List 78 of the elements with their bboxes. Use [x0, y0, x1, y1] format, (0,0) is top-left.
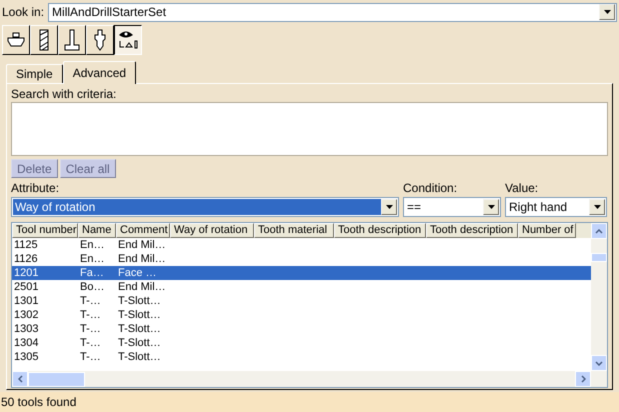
tab[interactable]: Simple [6, 64, 63, 83]
table-cell-text: En… [79, 238, 106, 252]
end-mill-icon [38, 29, 50, 51]
scroll-right-button[interactable] [575, 371, 591, 387]
column-header[interactable]: Name [78, 223, 116, 238]
table-cell-text: T-Slott… [117, 322, 162, 336]
table-cell-text: 1304 [13, 336, 40, 350]
scroll-thumb[interactable] [28, 372, 85, 386]
column-header[interactable]: Tooth material [254, 223, 334, 238]
column-header[interactable]: Way of rotation [170, 223, 254, 238]
table-cell-text: T-… [79, 308, 102, 322]
column-header[interactable]: Tooth description [334, 223, 426, 238]
table-cell-text: End Mil… [117, 280, 167, 294]
dropdown-value: Right hand [508, 199, 568, 215]
attribute-label: Attribute: [11, 180, 60, 197]
table-cell-text: T-Slott… [117, 350, 162, 364]
dropdown-arrow-button[interactable] [589, 199, 605, 215]
table-cell-text: 1303 [13, 322, 40, 336]
scroll-thumb[interactable] [591, 252, 607, 262]
table-cell-text: T-Slott… [117, 336, 162, 350]
t-slot-cutter-icon [63, 29, 81, 51]
chevron-down-icon [595, 360, 603, 366]
table-cell-text: T-… [79, 336, 102, 350]
tab[interactable]: Advanced [62, 61, 136, 84]
condition-label: Condition: [403, 180, 458, 197]
column-header[interactable]: Comment [116, 223, 170, 238]
caret-icon [604, 10, 610, 14]
search-criteria-label: Search with criteria: [11, 87, 118, 101]
look-in-label: Look in: [2, 4, 44, 21]
chevron-left-icon [18, 375, 22, 383]
table-cell-text: Face … [117, 266, 158, 280]
table-cell-text: End Mil… [117, 238, 167, 252]
chevron-up-icon [595, 228, 603, 234]
dropdown-field[interactable]: == [403, 197, 501, 217]
dropdown-arrow-button[interactable] [381, 199, 397, 215]
caret-icon [488, 205, 494, 209]
table-cell-text: 1201 [13, 266, 40, 280]
column-header[interactable]: Tooth description [426, 223, 518, 238]
table-cell-text: Fa… [79, 266, 105, 280]
column-header[interactable]: Tool number [12, 223, 78, 238]
milling-cutter-icon [6, 31, 26, 49]
dropdown-value: == [406, 199, 422, 215]
table-cell-text: T-… [79, 294, 102, 308]
caret-icon [594, 205, 600, 209]
table-cell-text: Bo… [79, 280, 106, 294]
vertical-scrollbar[interactable] [591, 223, 607, 371]
chevron-right-icon [580, 375, 586, 383]
drill-icon [93, 29, 107, 51]
table-cell-text: T-… [79, 350, 102, 364]
table-cell-text: 1125 [13, 238, 39, 252]
dropdown-field[interactable]: Way of rotation [11, 197, 399, 217]
dropdown-value: Way of rotation [13, 199, 381, 215]
dropdown-arrow-button[interactable] [599, 4, 615, 20]
table-cell-text: End Mil… [117, 252, 167, 266]
value-label: Value: [505, 180, 540, 197]
tool-type-button[interactable] [114, 25, 142, 55]
column-header[interactable]: Number of [518, 223, 576, 238]
table-cell-text: T-… [79, 322, 102, 336]
table-cell-text: T-Slott… [117, 294, 162, 308]
table-cell-text: 1301 [13, 294, 40, 308]
look-in-dropdown[interactable]: MillAndDrillStarterSet [48, 2, 617, 22]
scroll-down-button[interactable] [591, 355, 607, 371]
table-cell-text: T-Slott… [117, 308, 162, 322]
caret-icon [386, 205, 392, 209]
table-cell-text: 2501 [13, 280, 40, 294]
table-cell-text: 1302 [13, 308, 40, 322]
table-cell-text: 1305 [13, 350, 40, 364]
table-cell-text: En… [79, 252, 106, 266]
dropdown-field[interactable]: Right hand [505, 197, 607, 217]
scroll-up-button[interactable] [591, 223, 607, 239]
scroll-left-button[interactable] [12, 371, 28, 387]
look-in-value: MillAndDrillStarterSet [51, 4, 168, 21]
status-text: 50 tools found [1, 394, 76, 411]
dropdown-arrow-button[interactable] [483, 199, 499, 215]
table-cell-text: 1126 [13, 252, 39, 266]
scrollbar-corner [591, 371, 607, 387]
horizontal-scrollbar[interactable] [12, 371, 591, 387]
table-row[interactable]: 1201 Fa… Face … [12, 266, 591, 280]
